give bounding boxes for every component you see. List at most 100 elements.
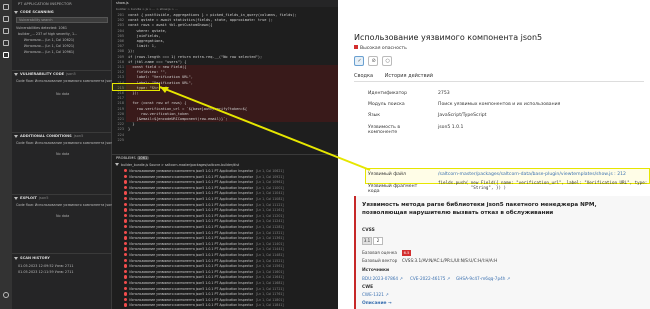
code-sample: fields.push( new Field({ name: "verifica… <box>438 180 648 190</box>
problem-row[interactable]: Использование уязвимого компонента json5… <box>112 303 338 309</box>
line-number: 210 <box>117 59 125 64</box>
tree-item[interactable]: Использо... (Ln 1, Col 10621) <box>24 38 74 42</box>
error-icon <box>124 247 128 251</box>
base-score-label: Базовая оценка <box>362 250 397 255</box>
line-number: 223 <box>117 127 125 132</box>
vulnerability-code-text: Code flow: Использование уязвимого компо… <box>16 79 125 83</box>
section-additional-conditions[interactable]: ADDITIONAL CONDITIONS json5 <box>14 134 83 138</box>
error-icon <box>124 174 128 178</box>
code-line: const { postVisible, aggregations } = pi… <box>128 13 297 17</box>
tree-item[interactable]: Использо... (Ln 1, Col 10921) <box>24 44 74 48</box>
field-label: Идентификатор <box>368 91 408 96</box>
history-item[interactable]: 01.05.2023 12:11:59 Уязв: 2711 <box>18 270 74 274</box>
section-exploit[interactable]: EXPLOIT json5 <box>14 196 49 200</box>
tree-item[interactable]: builder_... 237 of high severity, 1... <box>18 32 77 36</box>
reset-button[interactable]: ○ <box>382 56 392 66</box>
app-inspector-icon[interactable] <box>3 52 9 58</box>
explorer-icon[interactable] <box>3 4 9 10</box>
vulnerability-details: Использование уязвимого компонента json5… <box>338 0 650 309</box>
additional-conditions-text: Code flow: Использование уязвимого компо… <box>16 141 125 145</box>
history-item[interactable]: 01.05.2023 12:09:52 Уязв: 2711 <box>18 264 74 268</box>
code-line: limit: 1, <box>128 44 157 49</box>
line-number: 207 <box>117 44 125 49</box>
error-icon <box>124 286 128 290</box>
line-number: 201 <box>117 13 125 17</box>
error-icon <box>124 236 128 240</box>
error-icon <box>124 225 128 229</box>
field-value: json5 1.0.1 <box>438 125 464 130</box>
error-icon <box>124 264 128 268</box>
code-line: }); <box>128 49 135 54</box>
tab-show-js[interactable]: show.js <box>112 0 150 7</box>
code-line: const qstate = await statistics(fields, … <box>128 18 273 23</box>
cvss-version-2[interactable]: 2 <box>373 237 383 245</box>
vulnerability-search-input[interactable]: Vulnerability search <box>16 17 108 23</box>
extensions-icon[interactable] <box>3 40 9 46</box>
cwe-link[interactable]: CWE-1321 ↗ <box>362 292 389 297</box>
field-value: 2753 <box>438 91 450 96</box>
line-number: 222 <box>117 122 125 127</box>
error-icon <box>124 269 128 274</box>
source-link[interactable]: BDU:2023-07864 ↗ <box>362 276 403 281</box>
section-scan-history[interactable]: SCAN HISTORY <box>14 256 50 260</box>
no-data-text: No data <box>56 214 70 218</box>
section-code-scanning[interactable]: CODE SCANNING <box>14 10 54 14</box>
source-link[interactable]: GHSA-9c47-m6qq-7p4h ↗ <box>456 276 510 281</box>
error-icon <box>124 297 128 302</box>
tree-item[interactable]: Использо... (Ln 1, Col 10961) <box>24 50 74 54</box>
field-label: Уязвимость в компоненте <box>368 125 401 135</box>
line-number: 221 <box>117 117 125 121</box>
account-icon[interactable] <box>3 292 9 298</box>
confirm-button[interactable]: ✓ <box>354 56 364 66</box>
sidebar-title: PT APPLICATION INSPECTOR <box>18 2 72 6</box>
severity-bar <box>354 196 356 309</box>
field-value: JavaScript/TypeScript <box>438 113 487 118</box>
code-line: if (tbl.name === "users") { <box>128 59 187 64</box>
code-line: } <box>128 127 131 132</box>
line-number: 204 <box>117 28 125 33</box>
line-number: 209 <box>117 54 125 59</box>
source-control-icon[interactable] <box>3 28 9 34</box>
activity-bar <box>0 0 12 309</box>
line-number: 217 <box>117 96 125 101</box>
description-toggle[interactable]: Описание → <box>362 301 392 306</box>
line-number: 203 <box>117 23 125 28</box>
problems-tab[interactable]: PROBLEMS 1061 <box>116 156 149 160</box>
description-title: Уязвимость метода parse библиотеки json5… <box>362 202 597 216</box>
section-vulnerability-code[interactable]: VULNERABILITY CODE json5 <box>14 72 76 76</box>
source-link[interactable]: CVE-2022-46175 ↗ <box>410 276 450 281</box>
base-score-badge: 6.5 <box>402 250 411 256</box>
reject-button[interactable]: ⊘ <box>368 56 378 66</box>
tab-action-history[interactable]: История действий <box>385 73 433 81</box>
code-line: where: qstate, <box>128 28 167 33</box>
search-icon[interactable] <box>3 16 9 22</box>
highlighted-code-box <box>112 83 160 91</box>
code-sample-label: Уязвимый фрагмент кода <box>368 184 418 194</box>
app-window: PT APPLICATION INSPECTOR CODE SCANNING V… <box>0 0 650 309</box>
vulnerability-title: Использование уязвимого компонента json5 <box>354 33 543 42</box>
code-line: fieldview: "", <box>128 70 167 75</box>
code-line: row.verification_url = `${base}auth/veri… <box>128 106 247 111</box>
cvss-version-31[interactable]: 3.1 <box>362 237 372 245</box>
error-icon <box>124 241 128 246</box>
line-number: 206 <box>117 39 125 43</box>
vulnerable-file-link[interactable]: /saltcorn-master/packages/saltcorn-data/… <box>438 172 626 177</box>
problem-group[interactable]: builder_bundle.js Source > saltcorn-mast… <box>112 163 338 169</box>
line-number: 225 <box>117 137 125 142</box>
error-icon <box>124 202 128 206</box>
error-icon <box>124 253 128 257</box>
line-number: 219 <box>117 106 125 111</box>
code-line: label: "Verification URL", <box>128 75 193 80</box>
severity-badge: Высокая опасность <box>354 45 407 51</box>
error-icon <box>124 197 128 201</box>
line-number: 218 <box>117 101 125 106</box>
line-number: 213 <box>117 75 125 80</box>
error-icon <box>124 191 128 195</box>
code-line: }&email=${encodeURIComponent(row.email)}… <box>128 117 228 121</box>
error-icon <box>124 303 128 307</box>
error-icon <box>124 292 128 296</box>
sidebar: PT APPLICATION INSPECTOR CODE SCANNING V… <box>12 0 124 309</box>
no-data-text: No data <box>56 92 70 96</box>
line-number: 205 <box>117 33 125 38</box>
error-icon <box>124 169 128 173</box>
